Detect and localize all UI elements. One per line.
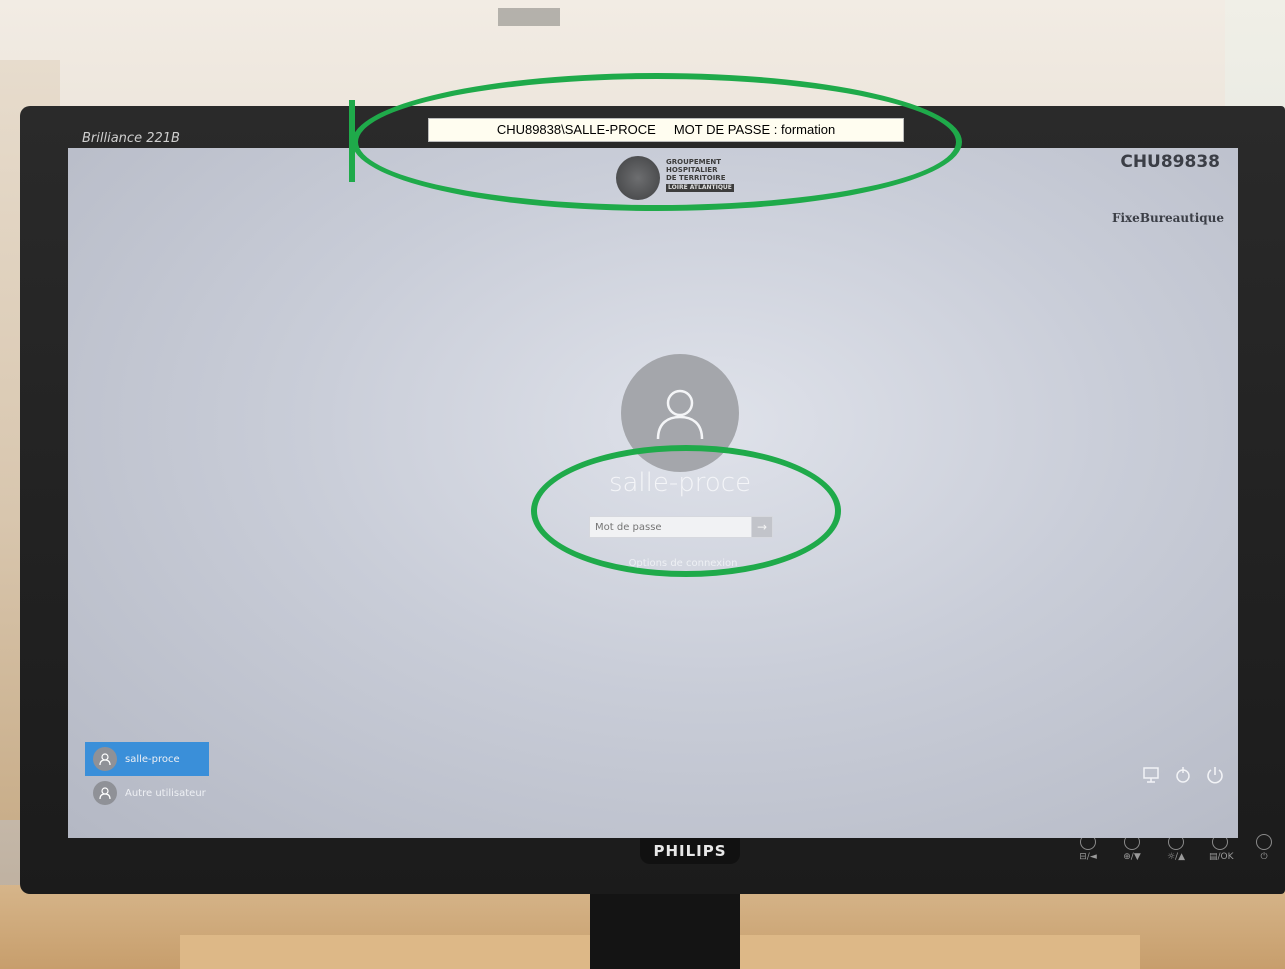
user-icon <box>93 747 117 771</box>
power-icon[interactable] <box>1204 764 1226 786</box>
monitor-button[interactable]: ☼/▲ <box>1165 834 1187 862</box>
annotation-circle-sticker <box>352 73 962 211</box>
monitor-button[interactable]: ▤/OK <box>1209 834 1234 862</box>
user-switcher: salle-proce Autre utilisateur <box>85 742 209 810</box>
monitor-button[interactable]: ⊕/▼ <box>1121 834 1143 862</box>
user-item-salle-proce[interactable]: salle-proce <box>85 742 209 776</box>
annotation-marker <box>349 100 355 182</box>
monitor-hardware-buttons: ⊟/◄ ⊕/▼ ☼/▲ ▤/OK ⏻ <box>1077 834 1275 862</box>
user-icon <box>93 781 117 805</box>
monitor-brand-label: PHILIPS <box>640 838 740 864</box>
monitor-button[interactable]: ⊟/◄ <box>1077 834 1099 862</box>
network-icon[interactable] <box>1140 764 1162 786</box>
user-item-label: salle-proce <box>125 753 180 765</box>
ceiling-fixture <box>498 8 560 26</box>
monitor-model-label: Brilliance 221B <box>82 131 180 146</box>
machine-name: CHU89838 <box>1120 152 1220 172</box>
profile-tag: FixeBureautique <box>1111 211 1224 225</box>
user-icon <box>656 389 704 440</box>
system-icons <box>1140 764 1226 786</box>
user-item-other[interactable]: Autre utilisateur <box>85 776 209 810</box>
annotation-circle-login <box>531 445 841 577</box>
accessibility-icon[interactable] <box>1172 764 1194 786</box>
monitor-power-button[interactable]: ⏻ <box>1253 834 1275 862</box>
user-item-label: Autre utilisateur <box>125 787 206 799</box>
